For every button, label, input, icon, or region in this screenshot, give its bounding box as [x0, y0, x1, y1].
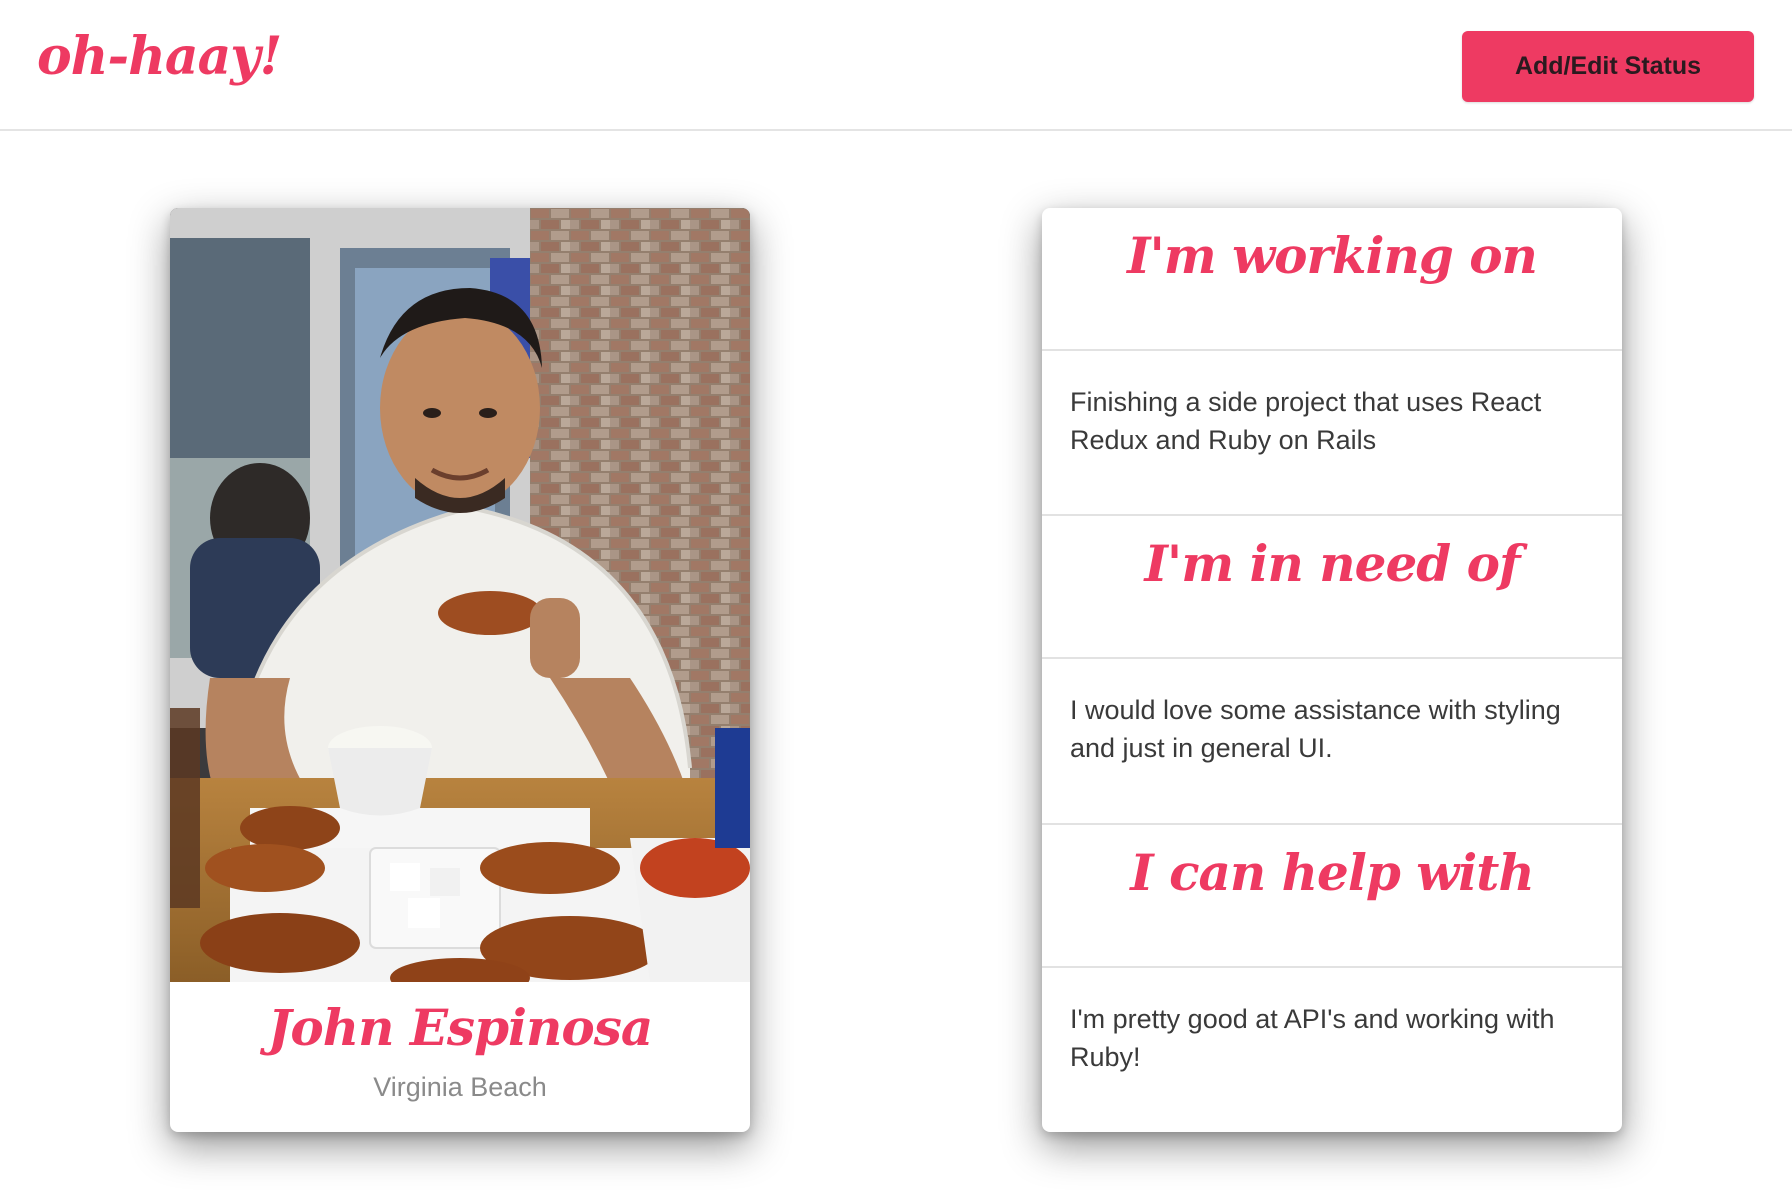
section-divider — [1042, 514, 1622, 516]
top-navbar: oh-haay! Add/Edit Status — [0, 0, 1792, 131]
profile-photo — [170, 208, 750, 982]
add-edit-status-button[interactable]: Add/Edit Status — [1462, 31, 1754, 102]
working-on-text: Finishing a side project that uses React… — [1070, 387, 1542, 455]
in-need-of-text: I would love some assistance with stylin… — [1070, 695, 1561, 763]
working-on-heading: I'm working on — [1127, 226, 1538, 285]
in-need-of-heading: I'm in need of — [1144, 534, 1521, 593]
status-card: I'm working on Finishing a side project … — [1042, 208, 1622, 1132]
section-divider — [1042, 966, 1622, 968]
section-divider — [1042, 349, 1622, 351]
profile-location: Virginia Beach — [373, 1072, 547, 1102]
profile-name: John Espinosa — [267, 998, 654, 1057]
can-help-with-text: I'm pretty good at API's and working wit… — [1070, 1004, 1555, 1072]
profile-card: John Espinosa Virginia Beach — [170, 208, 750, 1132]
brand-logo[interactable]: oh-haay! — [37, 26, 282, 87]
section-divider — [1042, 657, 1622, 659]
section-divider — [1042, 823, 1622, 825]
can-help-with-heading: I can help with — [1130, 843, 1534, 902]
